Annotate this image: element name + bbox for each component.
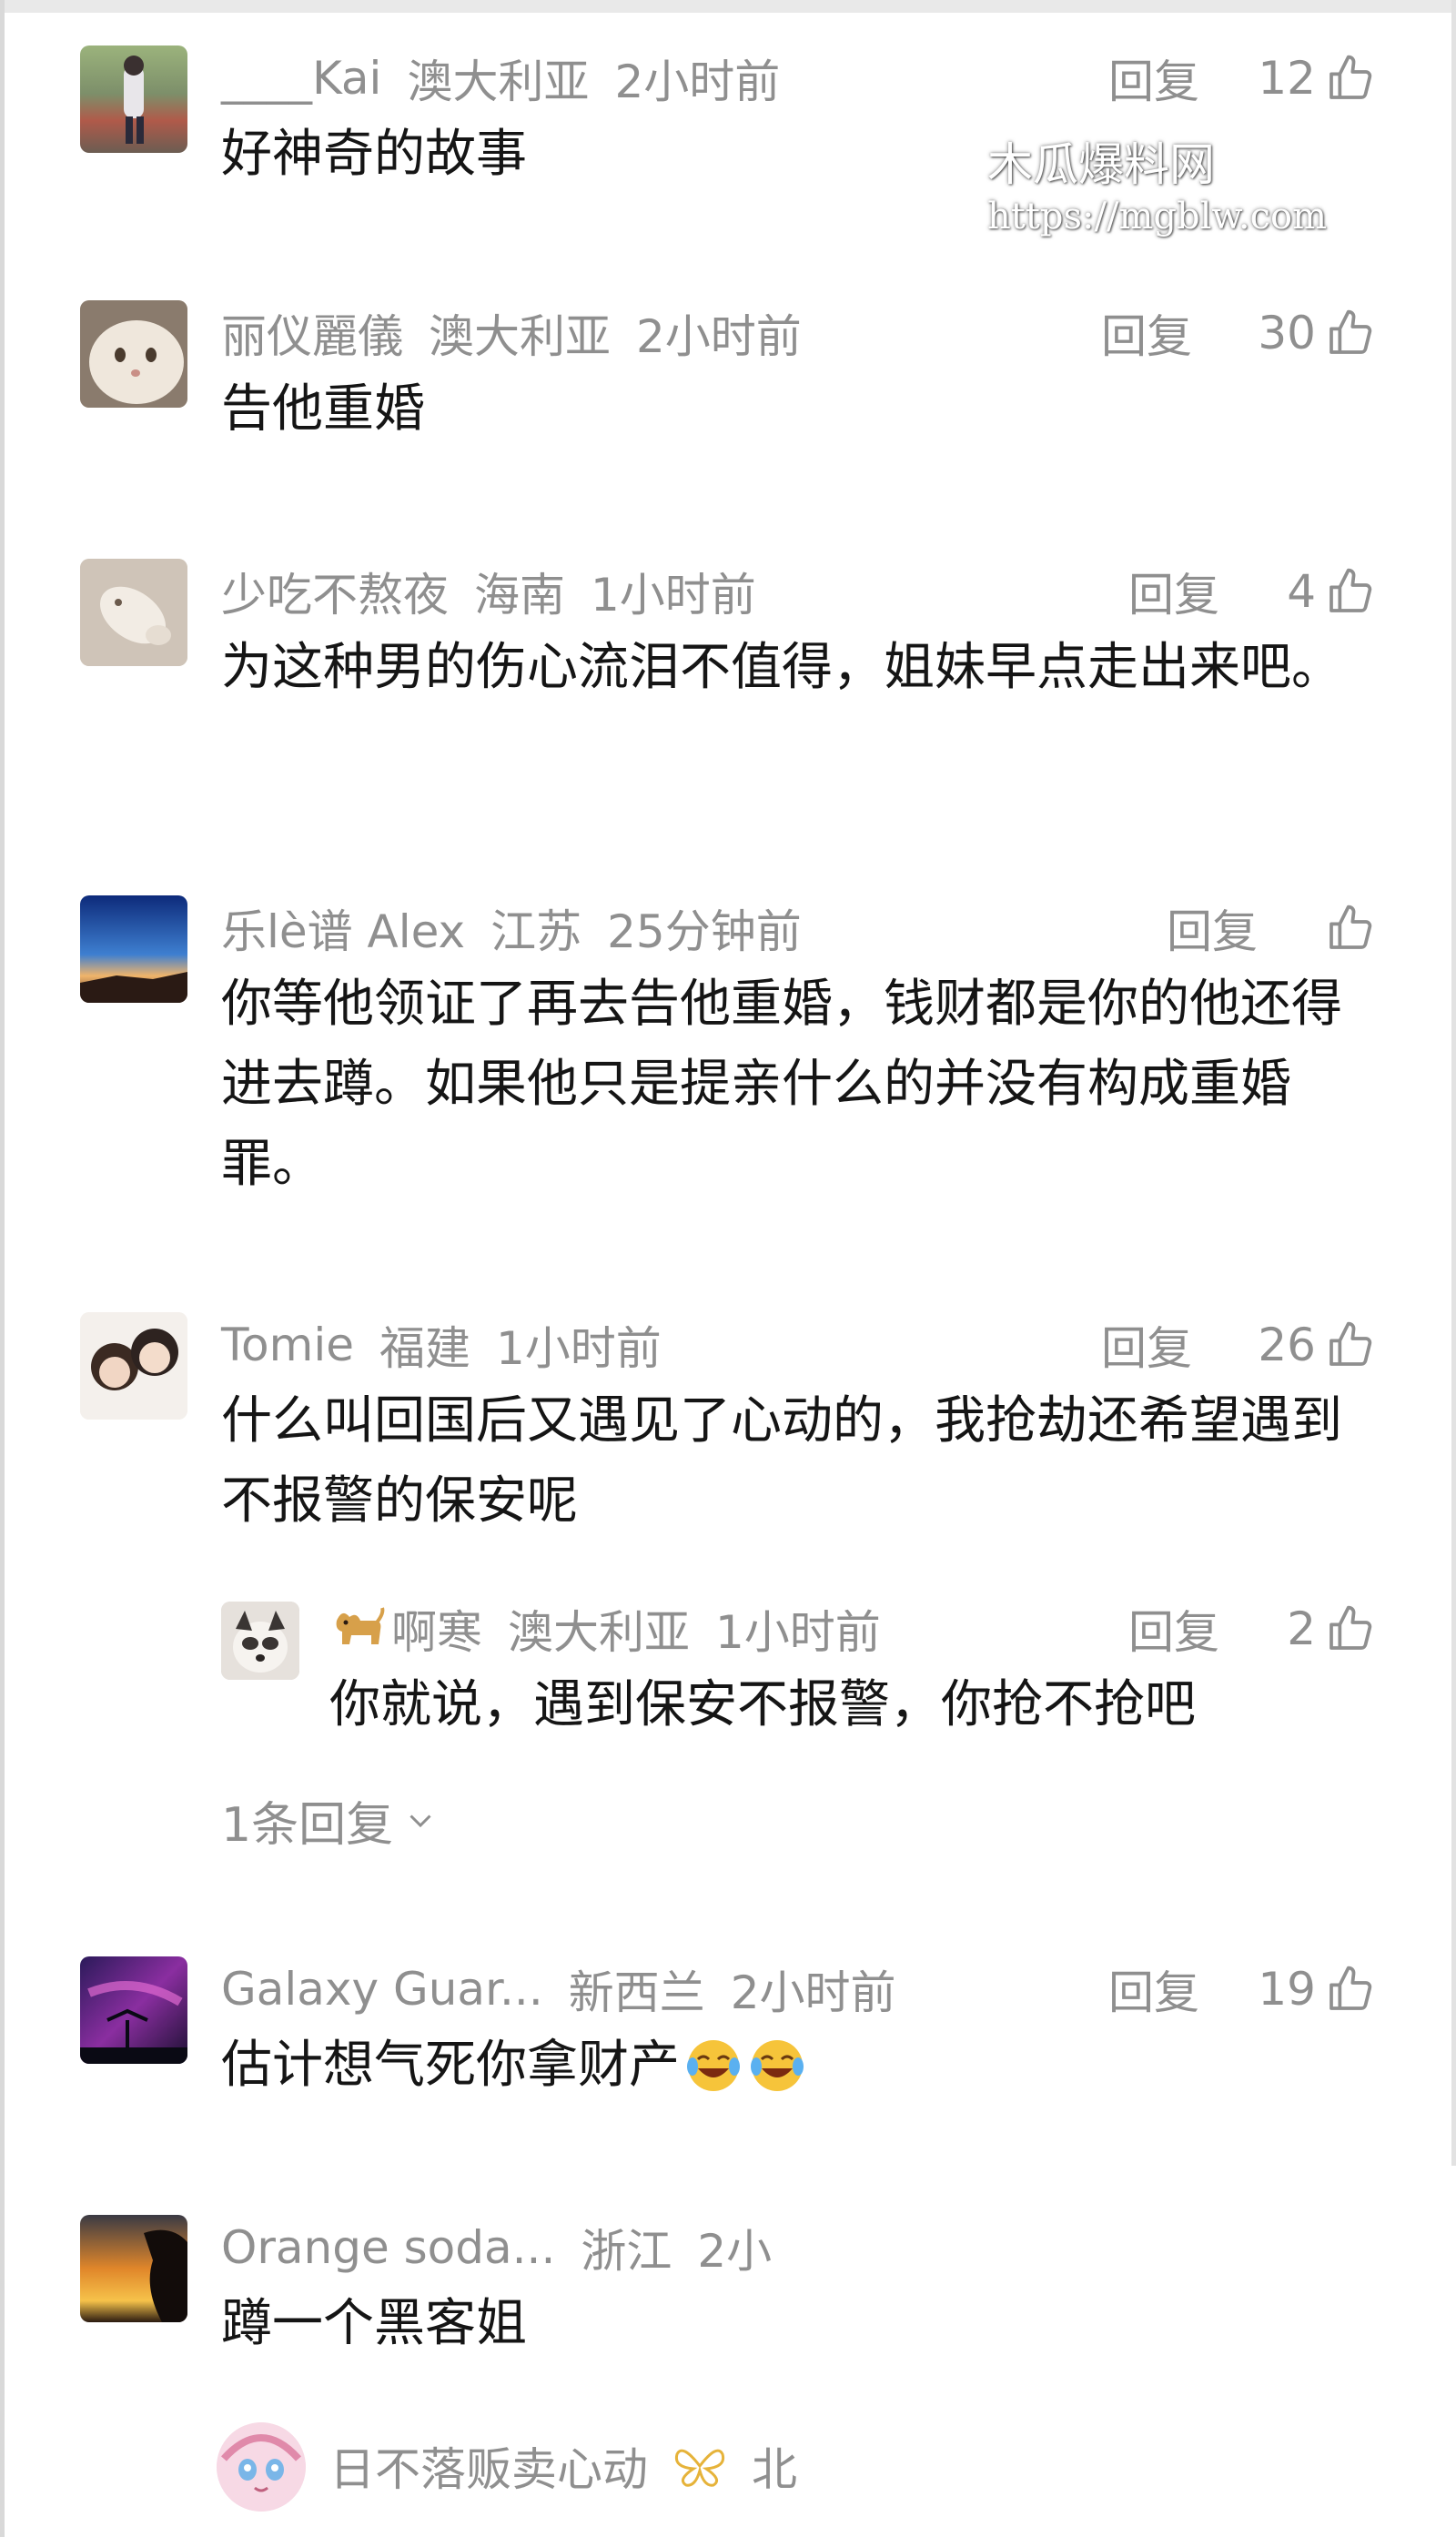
location: 江苏 bbox=[490, 905, 582, 958]
avatar[interactable] bbox=[80, 300, 187, 408]
expand-replies-label: 1条回复 bbox=[221, 1797, 394, 1853]
like-count: 26 bbox=[1258, 1319, 1316, 1371]
dog-emoji-icon bbox=[336, 1607, 385, 1644]
comment-text: 为这种男的伤心流泪不值得，姐妹早点走出来吧。 bbox=[221, 638, 1342, 697]
reply-button[interactable]: 回复 bbox=[1108, 1953, 1199, 2026]
expand-replies-button[interactable]: 1条回复 bbox=[221, 1784, 437, 1856]
reply-button[interactable]: 回复 bbox=[1128, 555, 1219, 628]
like-count: 12 bbox=[1258, 52, 1316, 105]
thumbs-up-icon bbox=[1330, 568, 1372, 612]
location: 新西兰 bbox=[568, 1966, 705, 2019]
comment-text: 什么叫回国后又遇见了心动的，我抢劫还希望遇到不报警的保安呢 bbox=[221, 1391, 1342, 1531]
laugh-cry-emoji-icon bbox=[751, 2040, 804, 2091]
username[interactable]: ____Kai bbox=[221, 52, 381, 105]
avatar[interactable] bbox=[217, 2422, 306, 2512]
reply-button[interactable]: 回复 bbox=[1128, 1592, 1219, 1665]
avatar[interactable] bbox=[80, 1956, 187, 2064]
username[interactable]: 日不落贩卖心动 bbox=[329, 2433, 648, 2499]
username[interactable]: Galaxy Guar... bbox=[221, 1963, 543, 2016]
timestamp: 2小时前 bbox=[636, 310, 802, 363]
location: 澳大利亚 bbox=[429, 310, 611, 363]
reply-meta: 啊寒 澳大利亚 1小时前 bbox=[329, 1592, 881, 1665]
watermark-url: https://mgblw.com bbox=[987, 196, 1328, 238]
reply-button[interactable]: 回复 bbox=[1101, 1309, 1192, 1381]
timestamp: 2小时前 bbox=[730, 1966, 896, 2019]
username[interactable]: 少吃不熬夜 bbox=[221, 559, 449, 624]
location: 北 bbox=[752, 2443, 797, 2496]
thumbs-up-icon bbox=[1330, 1605, 1372, 1650]
reply-button[interactable]: 回复 bbox=[1167, 892, 1258, 965]
location: 澳大利亚 bbox=[407, 56, 590, 108]
comment-meta: Orange soda... 浙江 2小 bbox=[221, 2211, 772, 2284]
laugh-cry-emoji-icon bbox=[687, 2040, 740, 2091]
username[interactable]: 乐lè谱 Alex bbox=[221, 895, 465, 961]
comment-meta: ____Kai 澳大利亚 2小时前 bbox=[221, 42, 780, 115]
watermark: 木瓜爆料网 https://mgblw.com bbox=[987, 136, 1327, 240]
like-count: 19 bbox=[1258, 1963, 1316, 2016]
username[interactable]: 丽仪麗儀 bbox=[221, 300, 403, 366]
timestamp: 25分钟前 bbox=[607, 905, 802, 958]
like-count: 30 bbox=[1258, 307, 1316, 359]
like-button[interactable]: 4 bbox=[1287, 555, 1376, 628]
avatar[interactable] bbox=[221, 1602, 299, 1680]
avatar[interactable] bbox=[80, 1312, 187, 1420]
location: 福建 bbox=[379, 1322, 470, 1375]
avatar[interactable] bbox=[80, 895, 187, 1003]
location: 浙江 bbox=[581, 2225, 672, 2278]
comment-text-row: 估计想气死你拿财产 bbox=[221, 2026, 1386, 2106]
avatar[interactable] bbox=[80, 2215, 187, 2322]
comment-meta: Tomie 福建 1小时前 bbox=[221, 1309, 662, 1381]
timestamp: 2小 bbox=[697, 2225, 773, 2278]
like-button[interactable]: 2 bbox=[1287, 1592, 1376, 1665]
comment-text: 估计想气死你拿财产 bbox=[221, 2036, 680, 2095]
like-button[interactable] bbox=[1316, 892, 1376, 965]
location: 澳大利亚 bbox=[508, 1606, 690, 1659]
timestamp: 1小时前 bbox=[496, 1322, 662, 1375]
comment-meta: 少吃不熬夜 海南 1小时前 bbox=[221, 555, 756, 628]
left-border bbox=[0, 0, 5, 2537]
timestamp: 1小时前 bbox=[715, 1606, 881, 1659]
reply-text: 你就说，遇到保安不报警，你抢不抢吧 bbox=[329, 1675, 1196, 1734]
username[interactable]: Orange soda... bbox=[221, 2221, 555, 2274]
thumbs-up-icon bbox=[1330, 55, 1372, 99]
top-border bbox=[0, 0, 1456, 13]
comment-meta: 丽仪麗儀 澳大利亚 2小时前 bbox=[221, 297, 802, 369]
avatar[interactable] bbox=[80, 45, 187, 153]
thumbs-up-icon bbox=[1330, 905, 1372, 949]
reply-button[interactable]: 回复 bbox=[1108, 42, 1199, 115]
comment-meta: Galaxy Guar... 新西兰 2小时前 bbox=[221, 1953, 896, 2026]
comment-text: 你等他领证了再去告他重婚，钱财都是你的他还得进去蹲。如果他只是提亲什么的并没有构… bbox=[221, 975, 1342, 1194]
like-button[interactable]: 19 bbox=[1258, 1953, 1376, 2026]
comment-meta: 日不落贩卖心动 北 bbox=[329, 2430, 797, 2502]
timestamp: 1小时前 bbox=[591, 569, 756, 622]
thumbs-up-icon bbox=[1330, 309, 1372, 354]
username[interactable]: 啊寒 bbox=[391, 1596, 482, 1662]
comment-meta: 乐lè谱 Alex 江苏 25分钟前 bbox=[221, 892, 802, 965]
blur-overlay bbox=[801, 2166, 1456, 2537]
butterfly-icon bbox=[674, 2449, 725, 2487]
thumbs-up-icon bbox=[1330, 1966, 1372, 2010]
chevron-down-icon bbox=[410, 1814, 431, 1828]
timestamp: 2小时前 bbox=[614, 56, 781, 108]
like-count: 4 bbox=[1287, 565, 1316, 618]
username-wrap[interactable]: 啊寒 bbox=[329, 1596, 482, 1662]
like-button[interactable]: 30 bbox=[1258, 297, 1376, 369]
thumbs-up-icon bbox=[1330, 1321, 1372, 1366]
like-button[interactable]: 26 bbox=[1258, 1309, 1376, 1381]
like-button[interactable]: 12 bbox=[1258, 42, 1376, 115]
reply-button[interactable]: 回复 bbox=[1101, 297, 1192, 369]
comment-text: 告他重婚 bbox=[221, 379, 425, 439]
location: 海南 bbox=[474, 569, 565, 622]
watermark-title: 木瓜爆料网 bbox=[987, 138, 1215, 191]
username[interactable]: Tomie bbox=[221, 1319, 354, 1371]
like-count: 2 bbox=[1287, 1602, 1316, 1655]
avatar[interactable] bbox=[80, 559, 187, 666]
right-border bbox=[1451, 0, 1456, 2537]
